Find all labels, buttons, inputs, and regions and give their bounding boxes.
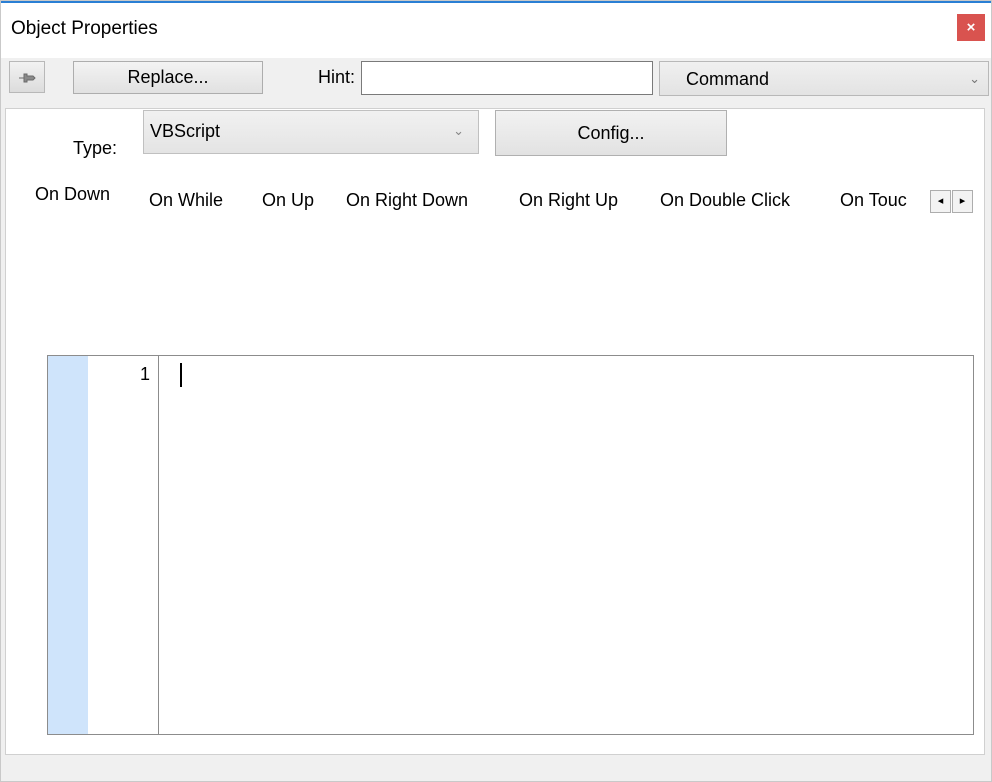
tab-scroll-right-button[interactable]: ▸	[952, 190, 973, 213]
script-editor[interactable]: 1	[47, 355, 974, 735]
editor-margin	[48, 356, 88, 734]
action-type-value: Command	[686, 69, 770, 89]
tab-scroll-left-button[interactable]: ◂	[930, 190, 951, 213]
action-type-select[interactable]: Command ⌄	[659, 61, 989, 96]
tab-on-down[interactable]: On Down	[29, 181, 117, 208]
chevron-down-icon: ⌄	[969, 71, 980, 86]
tab-on-right-up[interactable]: On Right Up	[513, 187, 624, 214]
tab-on-up[interactable]: On Up	[256, 187, 320, 214]
script-type-select[interactable]: VBScript ⌄	[143, 110, 479, 154]
script-type-value: VBScript	[150, 121, 221, 141]
bottom-strip	[5, 755, 985, 779]
arrow-right-icon: ▸	[959, 195, 966, 207]
hint-input[interactable]	[361, 61, 653, 95]
chevron-down-icon: ⌄	[453, 123, 464, 138]
window-title: Object Properties	[11, 18, 158, 39]
event-tabs: On Down On While On Up On Right Down On …	[29, 181, 949, 221]
replace-button[interactable]: Replace...	[73, 61, 263, 94]
line-number: 1	[139, 364, 150, 384]
tab-on-while[interactable]: On While	[143, 187, 229, 214]
pin-button[interactable]	[9, 61, 45, 93]
title-bar: Object Properties ×	[1, 1, 991, 58]
toolbar: Replace... Hint: Command ⌄	[5, 58, 989, 100]
tab-on-touch[interactable]: On Touc	[834, 187, 913, 214]
arrow-left-icon: ◂	[937, 195, 944, 207]
tab-on-double-click[interactable]: On Double Click	[654, 187, 796, 214]
line-number-gutter: 1	[88, 356, 159, 734]
hint-label: Hint:	[318, 67, 356, 87]
close-button[interactable]: ×	[957, 14, 985, 41]
config-button[interactable]: Config...	[495, 110, 727, 156]
text-caret	[180, 363, 182, 387]
tab-on-right-down[interactable]: On Right Down	[340, 187, 474, 214]
close-icon: ×	[966, 19, 976, 36]
pushpin-icon	[19, 73, 36, 83]
object-properties-window: Object Properties × Replace... Hint: Com…	[0, 0, 992, 782]
tab-scroll-buttons: ◂ ▸	[930, 190, 974, 214]
type-label: Type:	[73, 138, 118, 158]
